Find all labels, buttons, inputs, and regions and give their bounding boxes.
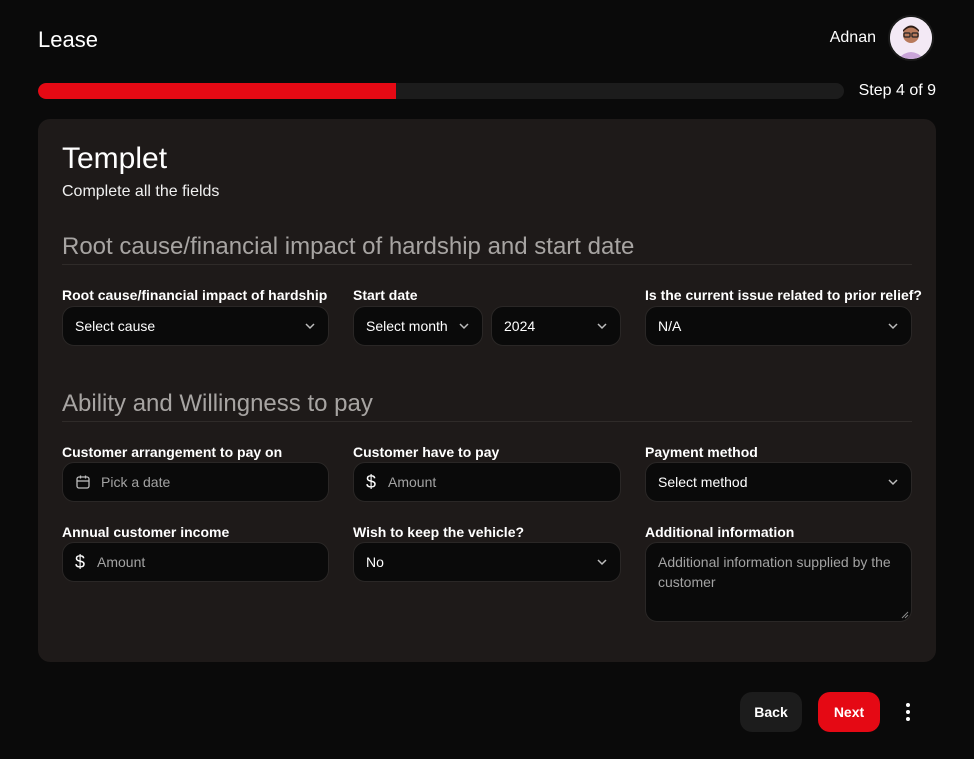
arrangement-placeholder: Pick a date — [101, 474, 171, 490]
start-year-select[interactable]: 2024 — [491, 306, 621, 346]
income-input[interactable] — [97, 554, 316, 570]
have-to-pay-field[interactable]: $ — [353, 462, 621, 502]
user-name: Adnan — [829, 29, 876, 46]
lease-page: Lease Adnan Step 4 of 9 Templet Complete… — [0, 0, 974, 759]
progress-fill — [38, 83, 396, 99]
have-to-pay-input[interactable] — [388, 474, 608, 490]
chevron-down-icon — [305, 323, 315, 330]
keep-vehicle-select[interactable]: No — [353, 542, 621, 582]
root-cause-select[interactable]: Select cause — [62, 306, 329, 346]
keep-vehicle-label: Wish to keep the vehicle? — [353, 524, 525, 540]
have-to-pay-label: Customer have to pay — [353, 444, 500, 460]
progress-bar — [38, 83, 844, 99]
start-year-value: 2024 — [504, 318, 536, 334]
form-card: Templet Complete all the fields Root cau… — [38, 119, 936, 662]
arrangement-date-picker[interactable]: Pick a date — [62, 462, 329, 502]
avatar-image — [890, 17, 932, 59]
chevron-down-icon — [597, 323, 607, 330]
resize-grip-icon[interactable] — [901, 611, 909, 619]
payment-method-value: Select method — [658, 474, 748, 490]
chevron-down-icon — [888, 479, 898, 486]
chevron-down-icon — [888, 323, 898, 330]
additional-info-field[interactable] — [645, 542, 912, 622]
chevron-down-icon — [459, 323, 469, 330]
section-title-ability: Ability and Willingness to pay — [62, 390, 912, 422]
card-subtitle: Complete all the fields — [62, 183, 220, 200]
section-title-hardship: Root cause/financial impact of hardship … — [62, 233, 912, 265]
income-field[interactable]: $ — [62, 542, 329, 582]
additional-info-textarea[interactable] — [658, 552, 899, 612]
prior-relief-value: N/A — [658, 318, 682, 334]
calendar-icon — [76, 475, 90, 489]
arrangement-label: Customer arrangement to pay on — [62, 444, 283, 460]
additional-info-label: Additional information — [645, 524, 795, 540]
chevron-down-icon — [597, 559, 607, 566]
more-vertical-icon — [906, 703, 910, 721]
card-title: Templet — [62, 142, 168, 175]
avatar[interactable] — [888, 15, 934, 61]
income-label: Annual customer income — [62, 524, 230, 540]
user-menu[interactable]: Adnan — [830, 15, 934, 61]
root-cause-value: Select cause — [75, 318, 156, 334]
start-month-select[interactable]: Select month — [353, 306, 483, 346]
dollar-icon: $ — [366, 471, 377, 492]
prior-relief-label: Is the current issue related to prior re… — [645, 287, 922, 303]
keep-vehicle-value: No — [366, 554, 384, 570]
start-date-label: Start date — [353, 287, 418, 303]
step-indicator: Step 4 of 9 — [858, 82, 936, 99]
payment-method-label: Payment method — [645, 444, 758, 460]
more-options-button[interactable] — [899, 700, 917, 724]
start-month-value: Select month — [366, 318, 448, 334]
prior-relief-select[interactable]: N/A — [645, 306, 912, 346]
back-button[interactable]: Back — [740, 692, 802, 732]
next-button[interactable]: Next — [818, 692, 880, 732]
dollar-icon: $ — [75, 551, 86, 572]
payment-method-select[interactable]: Select method — [645, 462, 912, 502]
app-title: Lease — [38, 27, 98, 52]
root-cause-label: Root cause/financial impact of hardship — [62, 287, 328, 303]
